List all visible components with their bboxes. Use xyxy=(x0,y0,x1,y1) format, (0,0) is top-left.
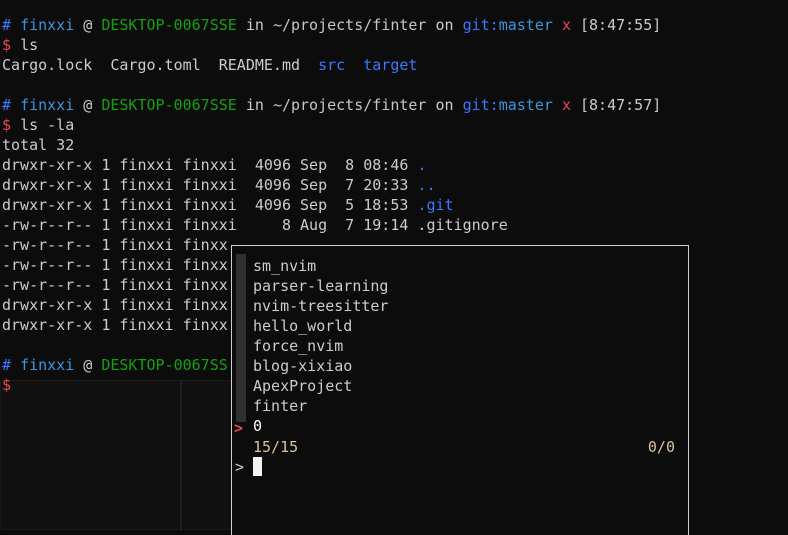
ls-la-row: drwxr-xr-x 1 finxxi finxxi 4096 Sep 5 18… xyxy=(2,195,454,215)
fzf-selected-count: 0/0 xyxy=(647,438,675,456)
ls-la-meta: drwxr-xr-x 1 finxxi finxxi 4096 Sep 5 18… xyxy=(2,196,418,214)
dir-entry: src xyxy=(318,56,346,74)
fzf-list-item-selected[interactable]: 0 xyxy=(253,416,262,436)
fzf-list-item[interactable]: force_nvim xyxy=(253,336,343,356)
ls-la-row: drwxr-xr-x 1 finxxi finxx xyxy=(2,315,228,335)
prompt-host: DESKTOP-0067SSE xyxy=(101,16,237,34)
prompt-user: finxxi xyxy=(20,356,75,374)
ls-la-row: drwxr-xr-x 1 finxxi finxx xyxy=(2,295,228,315)
prompt-dirty-marker: x xyxy=(561,16,571,34)
prompt-host: DESKTOP-0067SSE xyxy=(101,96,237,114)
command-line: $ ls xyxy=(2,35,38,55)
fzf-list-item[interactable]: hello_world xyxy=(253,316,352,336)
ls-la-meta: drwxr-xr-x 1 finxxi finxx xyxy=(2,296,228,314)
prompt-git-label: git: xyxy=(462,96,499,114)
ls-la-meta: drwxr-xr-x 1 finxxi finxxi 4096 Sep 7 20… xyxy=(2,176,418,194)
prompt-user: finxxi xyxy=(20,96,75,114)
prompt-user: finxxi xyxy=(20,16,75,34)
prompt-dollar: $ xyxy=(2,36,12,54)
ls-la-row: -rw-r--r-- 1 finxxi finxxi 8 Aug 7 19:14… xyxy=(2,215,508,235)
ls-la-meta: drwxr-xr-x 1 finxxi finxxi 4096 Sep 8 08… xyxy=(2,156,418,174)
prompt-git-label: git: xyxy=(462,16,499,34)
prompt-dollar: $ xyxy=(2,376,12,394)
file-entry: Cargo.lock xyxy=(2,56,93,74)
fzf-list-item[interactable]: sm_nvim xyxy=(253,256,316,276)
prompt-branch: master xyxy=(498,96,553,114)
prompt-at: @ xyxy=(83,16,93,34)
dir-entry: target xyxy=(363,56,418,74)
prompt-hash: # xyxy=(2,96,12,114)
fzf-scroll-gutter[interactable] xyxy=(236,254,246,422)
ls-la-meta: drwxr-xr-x 1 finxxi finxx xyxy=(2,316,228,334)
prompt-on: on xyxy=(435,96,454,114)
prompt-dollar: $ xyxy=(2,116,12,134)
fzf-query-cursor[interactable] xyxy=(253,457,262,476)
prompt-time: [8:47:57] xyxy=(580,96,662,114)
fzf-query-prompt: > xyxy=(235,458,245,476)
ls-la-meta: -rw-r--r-- 1 finxxi finxxi 8 Aug 7 19:14 xyxy=(2,216,418,234)
prompt-line: # finxxi @ DESKTOP-0067SS xyxy=(2,355,228,375)
command-text: ls -la xyxy=(20,116,75,134)
prompt-hash: # xyxy=(2,356,12,374)
prompt-at: @ xyxy=(83,356,93,374)
fzf-list-item[interactable]: parser-learning xyxy=(253,276,388,296)
command-text: ls xyxy=(20,36,39,54)
fzf-list-item[interactable]: blog-xixiao xyxy=(253,356,352,376)
ls-la-meta: -rw-r--r-- 1 finxxi finxx xyxy=(2,236,228,254)
prompt-path: ~/projects/finter xyxy=(272,96,427,114)
ls-la-name: .gitignore xyxy=(417,216,508,234)
ls-la-meta: -rw-r--r-- 1 finxxi finxx xyxy=(2,276,228,294)
fzf-list-item[interactable]: finter xyxy=(253,396,307,416)
ls-total-line: total 32 xyxy=(2,136,75,154)
prompt-at: @ xyxy=(83,96,93,114)
prompt-in: in xyxy=(245,16,264,34)
ls-la-name: . xyxy=(417,156,427,174)
fzf-list-item[interactable]: ApexProject xyxy=(253,376,352,396)
ls-output-line: Cargo.lock Cargo.toml README.md src targ… xyxy=(2,55,417,75)
ls-la-name: .git xyxy=(417,196,454,214)
ls-la-row: -rw-r--r-- 1 finxxi finxx xyxy=(2,255,228,275)
ls-la-row: drwxr-xr-x 1 finxxi finxxi 4096 Sep 8 08… xyxy=(2,155,426,175)
prompt-dirty-marker: x xyxy=(561,96,571,114)
prompt-branch: master xyxy=(498,16,553,34)
fzf-match-count: 15/15 xyxy=(253,438,299,456)
command-line: $ ls -la xyxy=(2,115,74,135)
prompt-line: # finxxi @ DESKTOP-0067SSE in ~/projects… xyxy=(2,95,661,115)
ls-la-row: drwxr-xr-x 1 finxxi finxxi 4096 Sep 7 20… xyxy=(2,175,435,195)
prompt-hash: # xyxy=(2,16,12,34)
prompt-path: ~/projects/finter xyxy=(272,16,427,34)
prompt-in: in xyxy=(245,96,264,114)
prompt-time: [8:47:55] xyxy=(580,16,662,34)
ls-la-row: -rw-r--r-- 1 finxxi finxx xyxy=(2,275,228,295)
fzf-selection-marker: > xyxy=(234,419,244,437)
command-line: $ xyxy=(2,375,11,395)
prompt-line: # finxxi @ DESKTOP-0067SSE in ~/projects… xyxy=(2,15,661,35)
background-ghost-pane xyxy=(0,380,182,530)
file-entry: Cargo.toml xyxy=(110,56,201,74)
ls-la-row: -rw-r--r-- 1 finxxi finxx xyxy=(2,235,228,255)
prompt-host: DESKTOP-0067SS xyxy=(101,356,228,374)
file-entry: README.md xyxy=(218,56,301,74)
fzf-list-item[interactable]: nvim-treesitter xyxy=(253,296,388,316)
ls-la-meta: -rw-r--r-- 1 finxxi finxx xyxy=(2,256,228,274)
fzf-popup[interactable]: sm_nvim parser-learning nvim-treesitter … xyxy=(231,245,689,535)
terminal-window[interactable]: # finxxi @ DESKTOP-0067SSE in ~/projects… xyxy=(0,0,788,535)
prompt-on: on xyxy=(435,16,454,34)
ls-la-name: .. xyxy=(417,176,436,194)
